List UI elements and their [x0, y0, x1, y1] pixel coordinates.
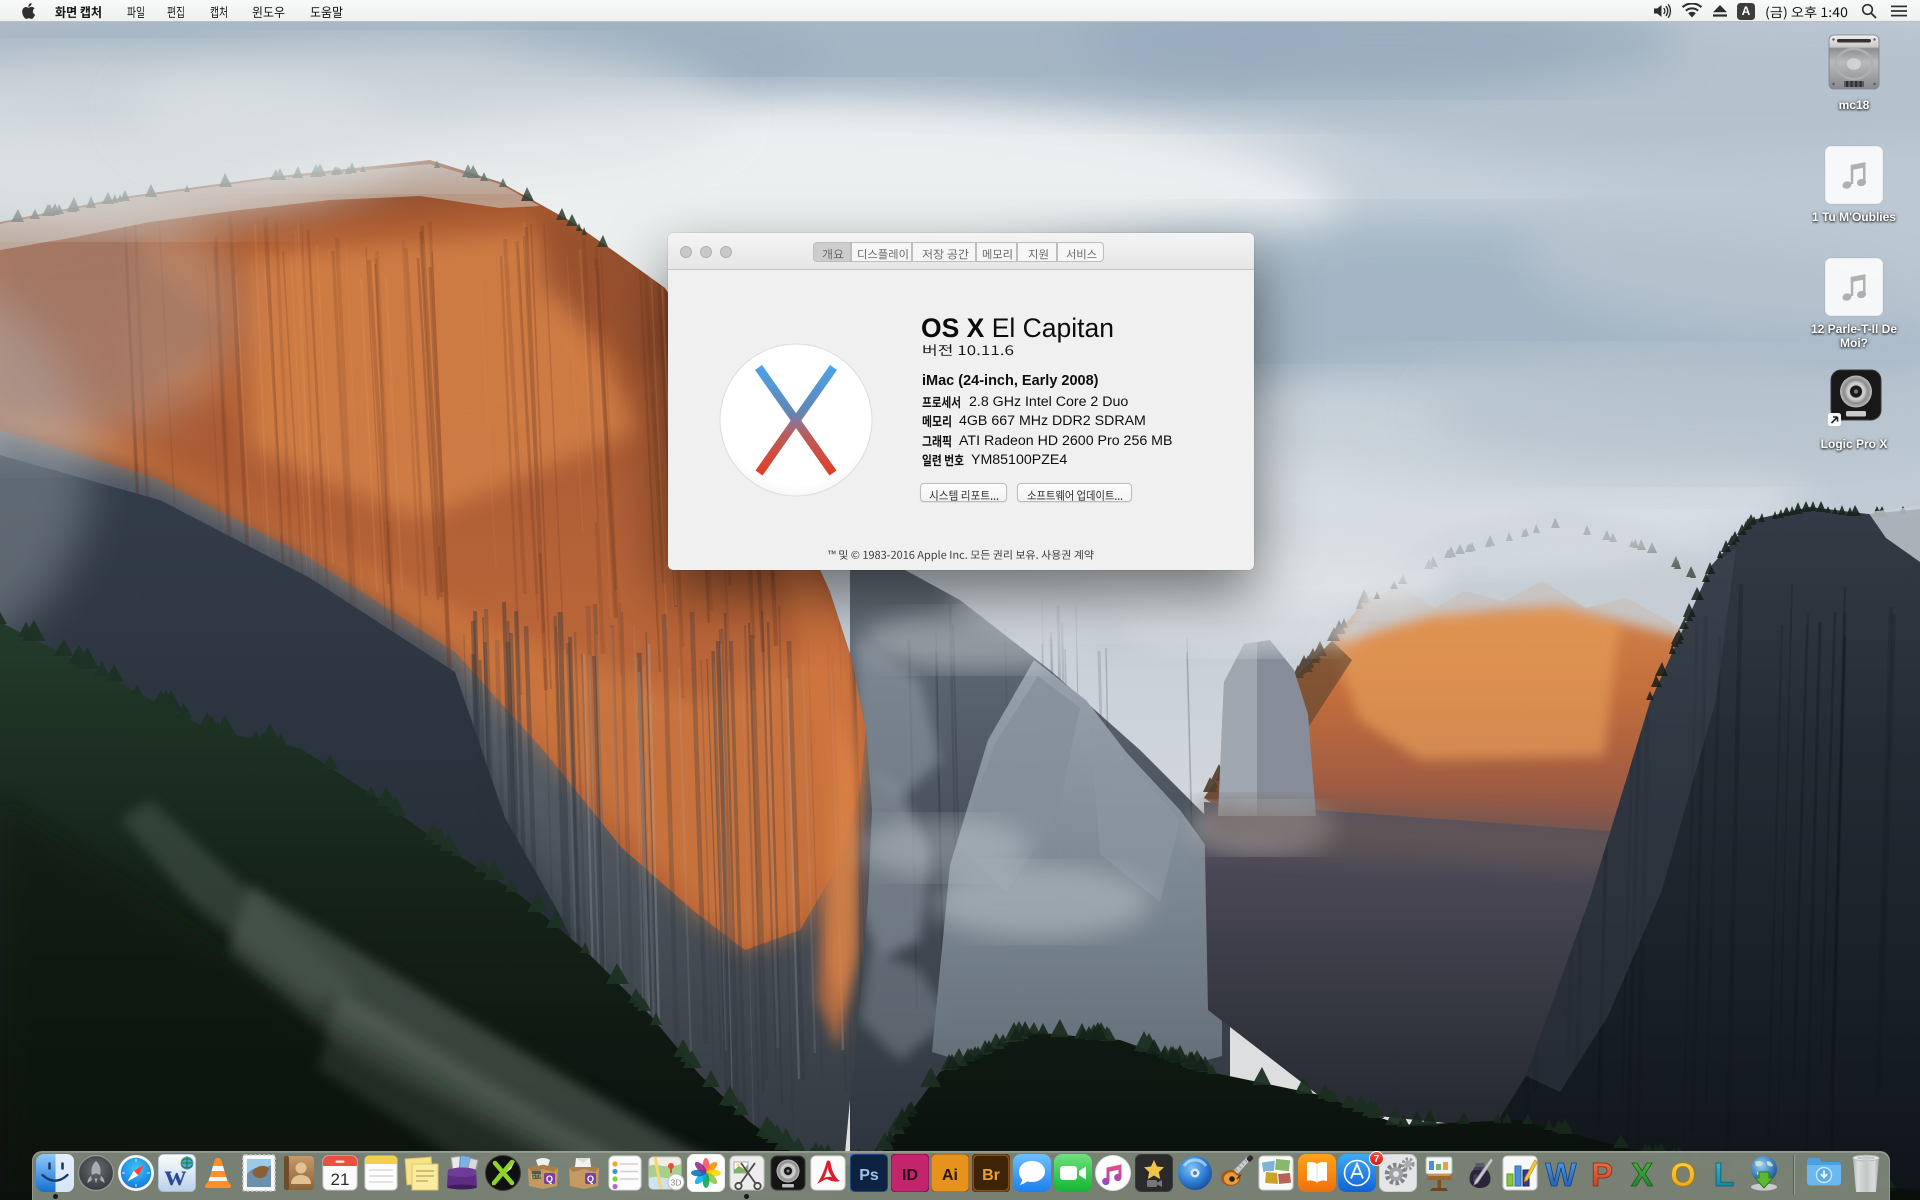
- svg-text:Br: Br: [982, 1167, 1000, 1184]
- svg-text:GTX: GTX: [531, 1174, 543, 1181]
- svg-text:Ai: Ai: [942, 1167, 958, 1184]
- svg-text:21: 21: [330, 1170, 349, 1189]
- svg-text:X: X: [1631, 1156, 1653, 1192]
- svg-text:L: L: [1714, 1156, 1734, 1192]
- svg-text:P: P: [1591, 1156, 1613, 1192]
- svg-text:O: O: [1670, 1156, 1696, 1192]
- svg-text:Q: Q: [546, 1174, 553, 1184]
- svg-text:3D: 3D: [670, 1178, 681, 1188]
- svg-text:W: W: [1545, 1156, 1577, 1192]
- svg-text:Q: Q: [587, 1174, 594, 1184]
- svg-text:ID: ID: [902, 1167, 918, 1184]
- svg-text:Ps: Ps: [859, 1167, 879, 1184]
